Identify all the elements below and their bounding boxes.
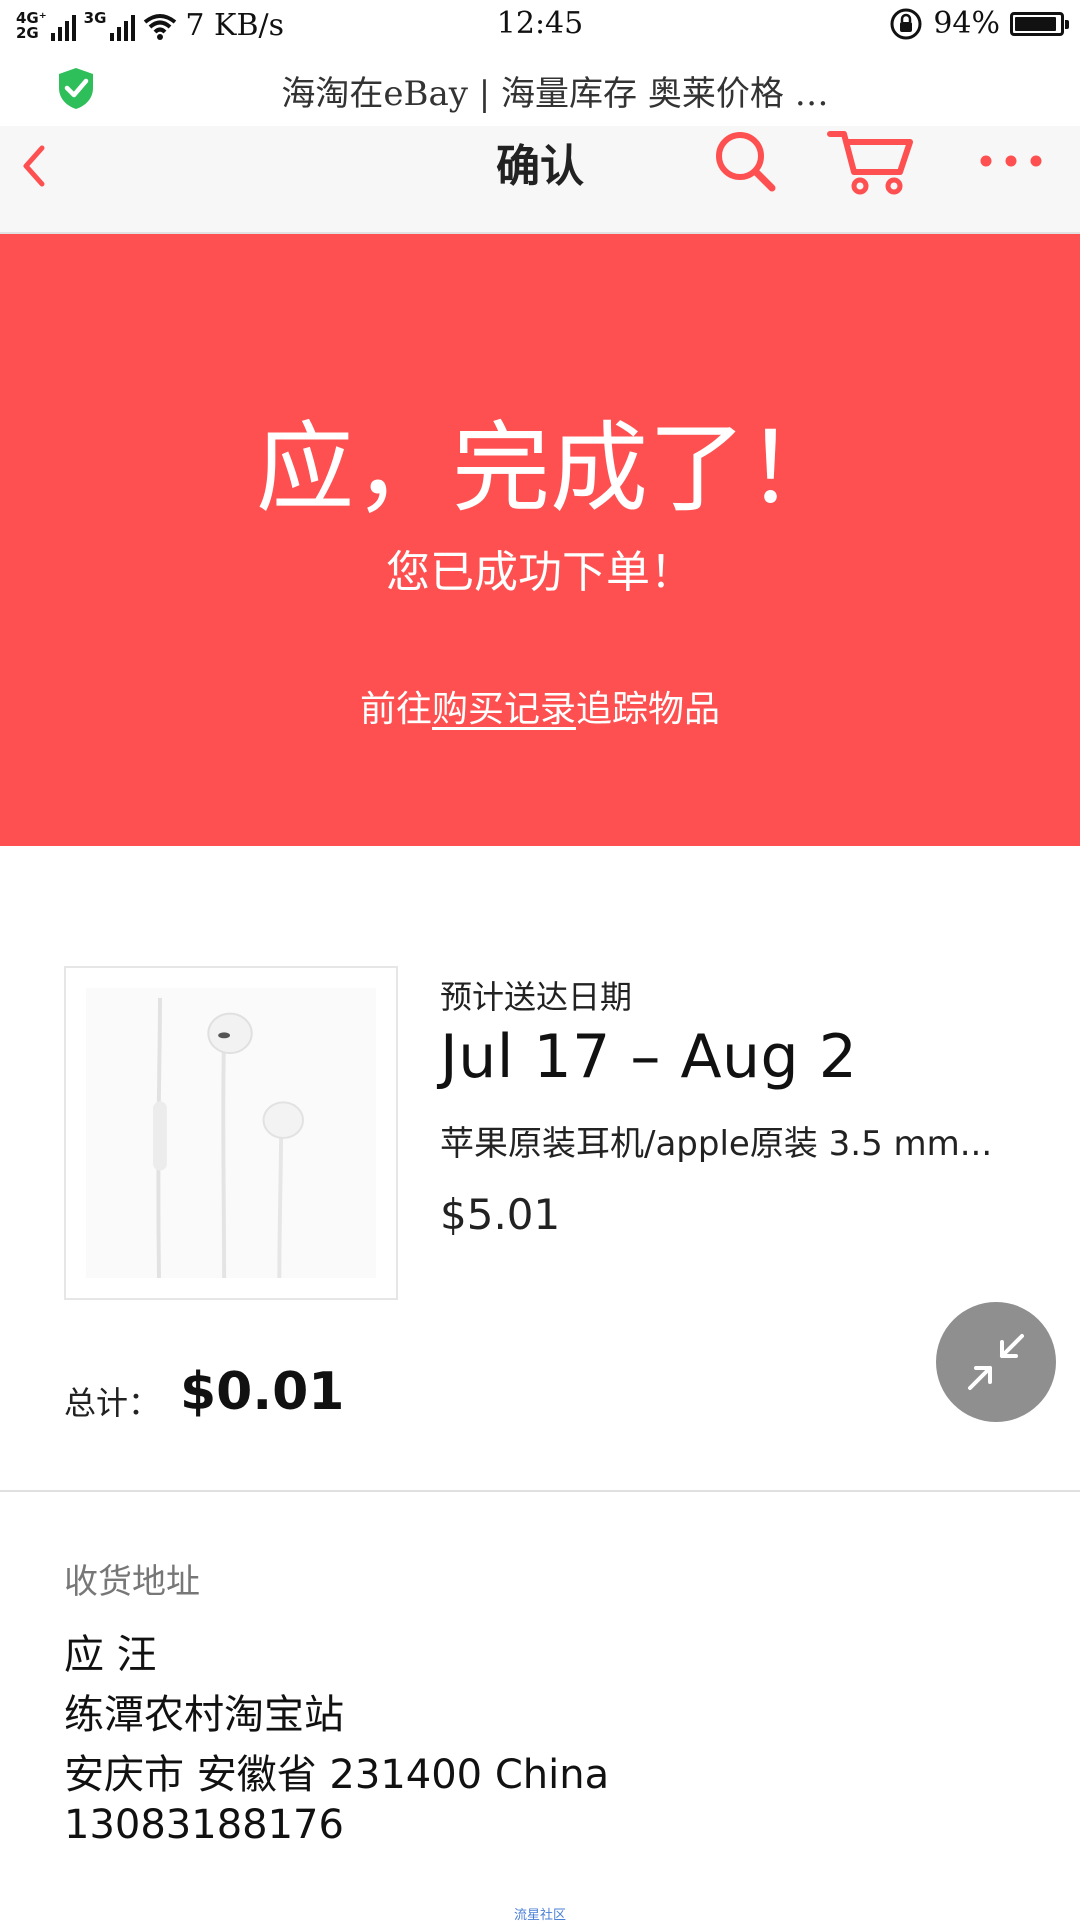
battery-level [1015,16,1057,31]
browser-title-bar[interactable]: 海淘在eBay | 海量库存 奥莱价格 … [0,52,1080,126]
recipient-name: 应 汪 [64,1632,157,1678]
section-divider [0,1490,1080,1492]
delivery-date: Jul 17 – Aug 2 [440,1022,858,1092]
page-title[interactable]: 海淘在eBay | 海量库存 奥莱价格 … [130,66,980,115]
address-line-1: 练潭农村淘宝站 [64,1692,344,1738]
app-header: 确认 [0,126,1080,234]
hint-prefix: 前往 [359,689,432,730]
shield-check-icon [59,68,93,109]
battery-percent: 94% [933,6,1000,41]
shipping-address-label: 收货地址 [64,1562,200,1602]
order-confirmation-banner: 应，完成了！ 您已成功下单！ 前往购买记录追踪物品 [0,234,1080,846]
page-heading: 确认 [496,141,584,192]
confirmation-title: 应，完成了！ [255,412,844,526]
earphones-image [86,988,376,1278]
rotation-lock-icon [890,8,922,39]
purchase-history-link[interactable]: 购买记录 [432,689,576,730]
status-bar: 4G⁺ 2G 3G 7 KB/s 12:45 94% [0,0,1080,52]
purchase-history-hint: 前往购买记录追踪物品 [0,680,1080,732]
item-price: $5.01 [440,1190,561,1239]
item-title[interactable]: 苹果原装耳机/apple原装 3.5 mm... [440,1116,1040,1165]
address-line-2: 安庆市 安徽省 231400 China [64,1752,610,1798]
delivery-label: 预计送达日期 [440,978,633,1016]
hint-suffix: 追踪物品 [576,689,721,730]
more-icon[interactable] [978,146,1044,176]
cart-icon[interactable] [826,126,916,198]
recipient-phone: 13083188176 [64,1802,344,1848]
status-right: 94% [889,6,1069,41]
item-thumbnail[interactable] [64,966,398,1300]
total-label: 总计： [64,1384,161,1422]
collapse-button[interactable] [936,1302,1056,1422]
collapse-icon [968,1334,1024,1390]
total-value: $0.01 [180,1362,345,1422]
confirmation-subtitle: 您已成功下单！ [386,547,694,598]
watermark: 流星社区 [513,1908,566,1923]
search-icon[interactable] [710,126,780,198]
battery-icon [1010,11,1069,36]
